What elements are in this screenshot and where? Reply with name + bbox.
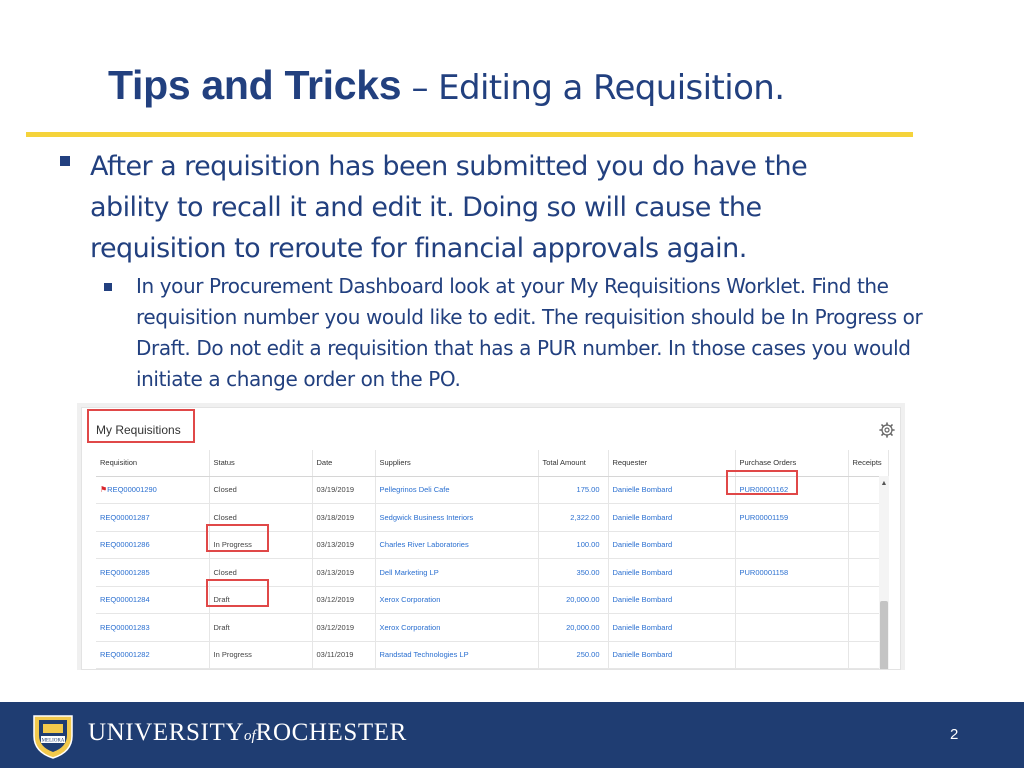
amount-cell[interactable]: 20,000.00 — [538, 613, 609, 642]
column-header-suppliers[interactable]: Suppliers — [375, 450, 539, 477]
status-cell: In Progress — [209, 641, 313, 669]
amount-cell[interactable]: 100.00 — [538, 531, 609, 559]
purchase-order-link[interactable] — [735, 613, 849, 642]
amount-cell[interactable]: 350.00 — [538, 558, 609, 587]
table-row: REQ00001287 Closed 03/18/2019 Sedgwick B… — [96, 503, 889, 532]
bullet-square-icon — [104, 283, 112, 291]
purchase-order-link[interactable]: PUR00001159 — [735, 503, 849, 532]
university-seal-icon: MELIORA — [33, 715, 73, 759]
my-requisitions-screenshot: My Requisitions Requisition Status Date — [77, 403, 905, 670]
purchase-order-link[interactable] — [735, 641, 849, 669]
requester-link[interactable]: Danielle Bombard — [608, 503, 736, 532]
worklet-title: My Requisitions — [96, 423, 181, 437]
status-cell: Draft — [209, 613, 313, 642]
date-cell: 03/13/2019 — [312, 558, 376, 587]
date-cell: 03/19/2019 — [312, 476, 376, 504]
purchase-order-link[interactable] — [735, 586, 849, 614]
date-cell: 03/12/2019 — [312, 613, 376, 642]
supplier-link[interactable]: Sedgwick Business Interiors — [375, 503, 539, 532]
supplier-link[interactable]: Randstad Technologies LP — [375, 641, 539, 669]
requisition-link[interactable]: REQ00001287 — [96, 503, 210, 532]
requisition-link[interactable]: REQ00001283 — [96, 613, 210, 642]
requisition-link[interactable]: ⚑REQ00001290 — [96, 476, 210, 504]
slide-title-subtitle: – Editing a Requisition. — [401, 68, 785, 108]
seal-motto: MELIORA — [42, 739, 65, 744]
requester-link[interactable]: Danielle Bombard — [608, 586, 736, 614]
page-number: 2 — [950, 726, 959, 743]
status-cell: Closed — [209, 476, 313, 504]
amount-cell[interactable]: 250.00 — [538, 641, 609, 669]
date-cell: 03/13/2019 — [312, 531, 376, 559]
status-cell: Closed — [209, 503, 313, 532]
requisitions-table: Requisition Status Date Suppliers Total … — [96, 450, 889, 669]
status-cell: Closed — [209, 558, 313, 587]
purchase-order-link[interactable] — [735, 531, 849, 559]
supplier-link[interactable]: Dell Marketing LP — [375, 558, 539, 587]
slide-title-bold: Tips and Tricks — [108, 62, 402, 108]
column-header-purchase-orders[interactable]: Purchase Orders — [735, 450, 849, 477]
gear-icon[interactable] — [879, 422, 895, 438]
date-cell: 03/12/2019 — [312, 586, 376, 614]
requester-link[interactable]: Danielle Bombard — [608, 476, 736, 504]
requisition-link[interactable]: REQ00001286 — [96, 531, 210, 559]
supplier-link[interactable]: Pellegrinos Deli Cafe — [375, 476, 539, 504]
bullet-level-2-text: In your Procurement Dashboard look at yo… — [136, 274, 923, 391]
requester-link[interactable]: Danielle Bombard — [608, 641, 736, 669]
column-header-receipts[interactable]: Receipts — [848, 450, 889, 477]
bullet-level-2: In your Procurement Dashboard look at yo… — [104, 271, 934, 395]
supplier-link[interactable]: Charles River Laboratories — [375, 531, 539, 559]
status-cell: Draft — [209, 586, 313, 614]
my-requisitions-worklet: My Requisitions Requisition Status Date — [81, 407, 901, 670]
slide-title: Tips and Tricks – Editing a Requisition. — [108, 62, 785, 109]
amount-cell[interactable]: 2,322.00 — [538, 503, 609, 532]
university-wordmark: UNIVERSITYofROCHESTER — [88, 719, 407, 746]
footer-bar: MELIORA UNIVERSITYofROCHESTER 2 — [0, 702, 1024, 768]
table-row: REQ00001284 Draft 03/12/2019 Xerox Corpo… — [96, 586, 889, 614]
amount-cell[interactable]: 20,000.00 — [538, 586, 609, 614]
supplier-link[interactable]: Xerox Corporation — [375, 586, 539, 614]
amount-cell[interactable]: 175.00 — [538, 476, 609, 504]
requester-link[interactable]: Danielle Bombard — [608, 613, 736, 642]
scroll-up-icon[interactable]: ▲ — [879, 480, 889, 488]
requisition-link[interactable]: REQ00001282 — [96, 641, 210, 669]
column-header-date[interactable]: Date — [312, 450, 376, 477]
bullet-square-icon — [60, 156, 70, 166]
table-row: REQ00001282 In Progress 03/11/2019 Rands… — [96, 641, 889, 669]
purchase-order-link[interactable]: PUR00001162 — [735, 476, 849, 504]
column-header-requester[interactable]: Requester — [608, 450, 736, 477]
requisition-link[interactable]: REQ00001285 — [96, 558, 210, 587]
table-scrollbar[interactable]: ▲ — [879, 476, 889, 669]
requisition-link[interactable]: REQ00001284 — [96, 586, 210, 614]
scrollbar-thumb[interactable] — [880, 601, 888, 669]
table-row: REQ00001286 In Progress 03/13/2019 Charl… — [96, 531, 889, 559]
column-header-status[interactable]: Status — [209, 450, 313, 477]
table-row: ⚑REQ00001290 Closed 03/19/2019 Pellegrin… — [96, 476, 889, 504]
requester-link[interactable]: Danielle Bombard — [608, 531, 736, 559]
column-header-requisition[interactable]: Requisition — [96, 450, 210, 477]
bullet-level-1-text: After a requisition has been submitted y… — [90, 151, 808, 264]
date-cell: 03/11/2019 — [312, 641, 376, 669]
column-header-total-amount[interactable]: Total Amount — [538, 450, 609, 477]
title-underline — [26, 132, 913, 137]
date-cell: 03/18/2019 — [312, 503, 376, 532]
requester-link[interactable]: Danielle Bombard — [608, 558, 736, 587]
purchase-order-link[interactable]: PUR00001158 — [735, 558, 849, 587]
status-cell: In Progress — [209, 531, 313, 559]
table-row: REQ00001285 Closed 03/13/2019 Dell Marke… — [96, 558, 889, 587]
bullet-level-1: After a requisition has been submitted y… — [60, 146, 880, 269]
supplier-link[interactable]: Xerox Corporation — [375, 613, 539, 642]
table-row: REQ00001283 Draft 03/12/2019 Xerox Corpo… — [96, 613, 889, 642]
table-header-row: Requisition Status Date Suppliers Total … — [96, 450, 889, 477]
